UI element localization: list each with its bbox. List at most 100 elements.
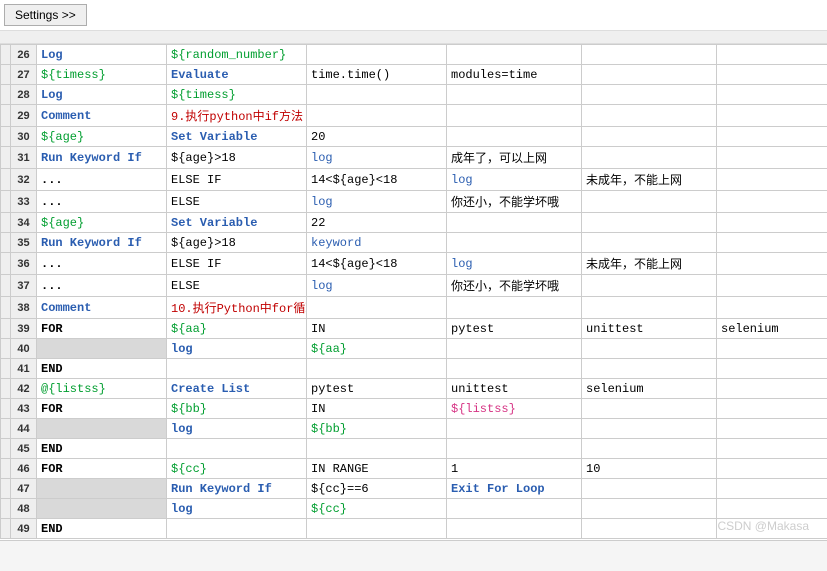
grid-cell[interactable]: ${random_number} xyxy=(167,45,307,65)
grid-cell[interactable] xyxy=(582,275,717,297)
grid-cell[interactable] xyxy=(717,85,827,105)
grid-cell[interactable]: Run Keyword If xyxy=(167,479,307,499)
grid-cell[interactable] xyxy=(717,399,827,419)
grid-cell[interactable] xyxy=(717,479,827,499)
grid-cell[interactable]: 9.执行python中if方法 xyxy=(167,105,307,127)
grid-cell[interactable]: IN RANGE xyxy=(307,459,447,479)
grid-cell[interactable]: 未成年，不能上网 xyxy=(582,253,717,275)
grid-cell[interactable] xyxy=(447,233,582,253)
grid-cell[interactable] xyxy=(582,147,717,169)
grid-cell[interactable]: ELSE IF xyxy=(167,253,307,275)
grid-cell[interactable]: ELSE xyxy=(167,191,307,213)
grid-cell[interactable] xyxy=(447,439,582,459)
grid-cell[interactable]: END xyxy=(37,439,167,459)
grid-cell[interactable]: IN xyxy=(307,399,447,419)
grid-cell[interactable]: ${listss} xyxy=(447,399,582,419)
grid-cell[interactable] xyxy=(307,45,447,65)
grid-cell[interactable]: FOR xyxy=(37,319,167,339)
grid-cell[interactable] xyxy=(307,105,447,127)
grid-cell[interactable] xyxy=(717,65,827,85)
grid-cell[interactable]: ${bb} xyxy=(167,399,307,419)
grid-cell[interactable] xyxy=(582,419,717,439)
grid-cell[interactable]: ${cc} xyxy=(167,459,307,479)
grid-cell[interactable]: 你还小，不能学坏哦 xyxy=(447,191,582,213)
grid-cell[interactable] xyxy=(717,275,827,297)
grid-cell[interactable] xyxy=(167,519,307,539)
grid-cell[interactable]: time.time() xyxy=(307,65,447,85)
grid-cell[interactable] xyxy=(307,297,447,319)
grid-cell[interactable] xyxy=(717,253,827,275)
grid-cell[interactable] xyxy=(167,439,307,459)
grid-cell[interactable] xyxy=(167,359,307,379)
grid-cell[interactable]: log xyxy=(167,419,307,439)
grid-cell[interactable] xyxy=(307,359,447,379)
settings-button[interactable]: Settings >> xyxy=(4,4,87,26)
grid-cell[interactable] xyxy=(447,359,582,379)
grid-cell[interactable]: log xyxy=(167,499,307,519)
grid-cell[interactable] xyxy=(37,339,167,359)
grid-cell[interactable]: 22 xyxy=(307,213,447,233)
grid-cell[interactable]: Comment xyxy=(37,297,167,319)
grid-cell[interactable] xyxy=(717,191,827,213)
grid-cell[interactable]: Comment xyxy=(37,105,167,127)
grid-cell[interactable] xyxy=(582,479,717,499)
grid-cell[interactable] xyxy=(447,297,582,319)
grid-cell[interactable]: FOR xyxy=(37,459,167,479)
grid-cell[interactable]: Evaluate xyxy=(167,65,307,85)
grid-cell[interactable] xyxy=(582,127,717,147)
grid-cell[interactable] xyxy=(717,169,827,191)
grid-cell[interactable] xyxy=(447,519,582,539)
grid-cell[interactable]: IN xyxy=(307,319,447,339)
grid-cell[interactable]: Create List xyxy=(167,379,307,399)
grid-cell[interactable]: END xyxy=(37,519,167,539)
grid-cell[interactable] xyxy=(717,213,827,233)
grid-cell[interactable]: ... xyxy=(37,169,167,191)
grid-cell[interactable]: ${aa} xyxy=(167,319,307,339)
grid-cell[interactable] xyxy=(582,359,717,379)
grid-cell[interactable]: log xyxy=(307,275,447,297)
grid-cell[interactable]: ${cc}==6 xyxy=(307,479,447,499)
grid-cell[interactable]: END xyxy=(37,359,167,379)
grid-cell[interactable] xyxy=(582,499,717,519)
grid-cell[interactable]: 1 xyxy=(447,459,582,479)
grid-cell[interactable] xyxy=(582,45,717,65)
grid-cell[interactable] xyxy=(717,105,827,127)
grid-cell[interactable]: pytest xyxy=(447,319,582,339)
grid-cell[interactable] xyxy=(307,85,447,105)
grid-cell[interactable]: Log xyxy=(37,45,167,65)
grid-cell[interactable]: 成年了，可以上网 xyxy=(447,147,582,169)
grid-cell[interactable]: unittest xyxy=(582,319,717,339)
grid-cell[interactable]: 未成年，不能上网 xyxy=(582,169,717,191)
grid-cell[interactable] xyxy=(37,419,167,439)
grid-cell[interactable]: ${cc} xyxy=(307,499,447,519)
grid-cell[interactable]: ELSE xyxy=(167,275,307,297)
grid-cell[interactable] xyxy=(37,499,167,519)
grid-cell[interactable]: ... xyxy=(37,275,167,297)
grid-cell[interactable] xyxy=(447,419,582,439)
grid-cell[interactable] xyxy=(582,191,717,213)
grid-cell[interactable] xyxy=(447,499,582,519)
grid-cell[interactable] xyxy=(582,213,717,233)
grid-cell[interactable]: ... xyxy=(37,191,167,213)
grid-cell[interactable]: keyword xyxy=(307,233,447,253)
grid-cell[interactable] xyxy=(447,339,582,359)
grid-cell[interactable] xyxy=(447,127,582,147)
grid-cell[interactable]: Run Keyword If xyxy=(37,233,167,253)
grid-cell[interactable] xyxy=(717,45,827,65)
grid-cell[interactable]: 10 xyxy=(582,459,717,479)
grid-cell[interactable] xyxy=(307,439,447,459)
grid-cell[interactable] xyxy=(447,45,582,65)
grid-cell[interactable]: ${bb} xyxy=(307,419,447,439)
grid-cell[interactable]: pytest xyxy=(307,379,447,399)
grid-cell[interactable]: Set Variable xyxy=(167,213,307,233)
grid-cell[interactable] xyxy=(717,127,827,147)
grid-cell[interactable] xyxy=(717,379,827,399)
grid-cell[interactable]: ${age} xyxy=(37,213,167,233)
grid-cell[interactable] xyxy=(582,339,717,359)
grid-cell[interactable]: 20 xyxy=(307,127,447,147)
grid-cell[interactable] xyxy=(717,339,827,359)
grid-cell[interactable]: log xyxy=(447,253,582,275)
grid-cell[interactable] xyxy=(307,519,447,539)
grid-cell[interactable] xyxy=(717,147,827,169)
grid-cell[interactable] xyxy=(447,105,582,127)
